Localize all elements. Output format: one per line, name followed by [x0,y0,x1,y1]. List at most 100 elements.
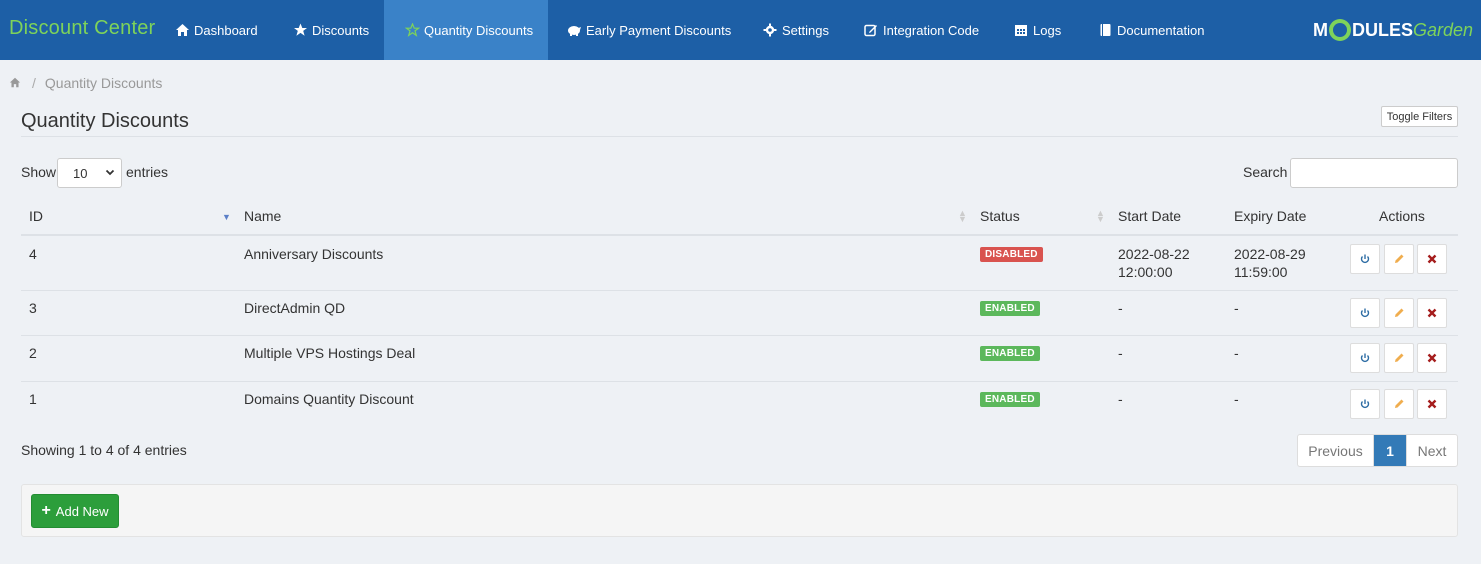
edit-button[interactable] [1384,298,1414,328]
pagination: Previous 1 Next [1297,434,1458,467]
column-header-actions: Actions [1379,208,1425,224]
cell-start-time: 12:00:00 [1118,264,1173,280]
home-icon[interactable] [9,75,21,91]
close-icon [1427,399,1437,409]
row-divider [21,290,1458,291]
delete-button[interactable] [1417,389,1447,419]
row-divider [21,381,1458,382]
previous-page-button[interactable]: Previous [1298,435,1374,466]
cell-name: Anniversary Discounts [244,246,384,262]
pencil-icon [1395,308,1404,317]
cell-expiry-time: 11:59:00 [1234,264,1288,280]
title-divider [21,136,1458,137]
toggle-status-button[interactable] [1350,298,1380,328]
star-outline-icon [404,22,420,38]
cell-name: DirectAdmin QD [244,300,346,316]
toggle-status-button[interactable] [1350,389,1380,419]
edit-button[interactable] [1384,343,1414,373]
nav-item-early-payment-discounts[interactable]: Early Payment Discounts [566,0,731,60]
home-icon [174,22,190,38]
plus-icon: + [41,502,51,519]
entries-value: 10 [73,165,88,181]
piggy-bank-icon [566,22,582,38]
app-brand[interactable]: Discount Center [9,17,155,40]
nav-item-label: Settings [782,22,829,38]
power-icon [1360,399,1370,409]
cell-id: 2 [29,345,37,361]
modulesgarden-logo: M DULES Garden [1313,19,1474,41]
sort-both-icon[interactable]: ▲ ▼ [958,209,967,224]
delete-button[interactable] [1417,298,1447,328]
book-icon [1097,22,1113,38]
cell-expiry-date: - [1234,391,1239,407]
cell-start-date: - [1118,345,1123,361]
edit-icon [863,22,879,38]
cell-expiry-date: - [1234,345,1239,361]
search-input[interactable] [1290,158,1458,188]
edit-button[interactable] [1384,244,1414,274]
nav-item-label: Documentation [1117,22,1205,38]
add-new-label: Add New [55,503,109,519]
calendar-icon [1013,22,1029,38]
power-icon [1360,254,1370,264]
nav-item-label: Discounts [312,22,370,38]
nav-item-discounts[interactable]: Discounts [292,0,369,60]
breadcrumb-separator: / [32,75,36,91]
star-icon [292,22,308,38]
column-header-status[interactable]: Status [980,208,1020,224]
cell-id: 4 [29,246,37,262]
add-new-button[interactable]: + Add New [31,494,119,528]
toggle-status-button[interactable] [1350,343,1380,373]
toggle-filters-button[interactable]: Toggle Filters [1381,106,1458,127]
close-icon [1427,353,1437,363]
next-page-button[interactable]: Next [1406,435,1457,466]
sort-both-icon[interactable]: ▲ ▼ [1096,209,1105,224]
table-info: Showing 1 to 4 of 4 entries [21,442,187,458]
status-badge: DISABLED [980,247,1043,262]
power-icon [1360,353,1370,363]
nav-item-label: Dashboard [194,22,258,38]
toggle-status-button[interactable] [1350,244,1380,274]
status-badge: ENABLED [980,392,1040,407]
gear-icon [762,22,778,38]
actions-panel [21,484,1458,537]
delete-button[interactable] [1417,343,1447,373]
close-icon [1427,254,1437,264]
entries-label: entries [126,164,169,180]
show-label: Show [21,164,57,180]
edit-button[interactable] [1384,389,1414,419]
page-title: Quantity Discounts [21,110,189,132]
nav-item-documentation[interactable]: Documentation [1097,0,1204,60]
nav-item-label: Logs [1033,22,1062,38]
column-header-id[interactable]: ID [29,208,43,224]
nav-item-dashboard[interactable]: Dashboard [174,0,258,60]
nav-item-label: Quantity Discounts [424,22,534,38]
entries-select[interactable]: 10 [57,158,122,188]
nav-item-quantity-discounts[interactable]: Quantity Discounts [384,0,548,60]
breadcrumb: / Quantity Discounts [9,75,162,91]
column-header-start-date[interactable]: Start Date [1118,208,1181,224]
nav-item-label: Integration Code [883,22,980,38]
nav-item-logs[interactable]: Logs [1013,0,1061,60]
sort-desc-icon[interactable]: ▼ [222,213,231,222]
power-icon [1360,308,1370,318]
cell-expiry-date: 2022-08-29 [1234,246,1306,262]
breadcrumb-current: Quantity Discounts [44,75,163,91]
pencil-icon [1395,399,1404,408]
status-badge: ENABLED [980,301,1040,316]
nav-item-integration-code[interactable]: Integration Code [863,0,979,60]
column-header-expiry-date[interactable]: Expiry Date [1234,208,1306,224]
nav-item-label: Early Payment Discounts [586,22,732,38]
top-navbar: Discount Center Dashboard Discounts Quan… [0,0,1481,60]
cell-start-date: - [1118,300,1123,316]
column-header-name[interactable]: Name [244,208,281,224]
nav-item-settings[interactable]: Settings [762,0,829,60]
page-1-button[interactable]: 1 [1374,435,1406,466]
cell-id: 3 [29,300,37,316]
close-icon [1427,308,1437,318]
cell-expiry-date: - [1234,300,1239,316]
cell-start-date: 2022-08-22 [1118,246,1190,262]
delete-button[interactable] [1417,244,1447,274]
header-divider [21,234,1458,236]
row-divider [21,335,1458,336]
